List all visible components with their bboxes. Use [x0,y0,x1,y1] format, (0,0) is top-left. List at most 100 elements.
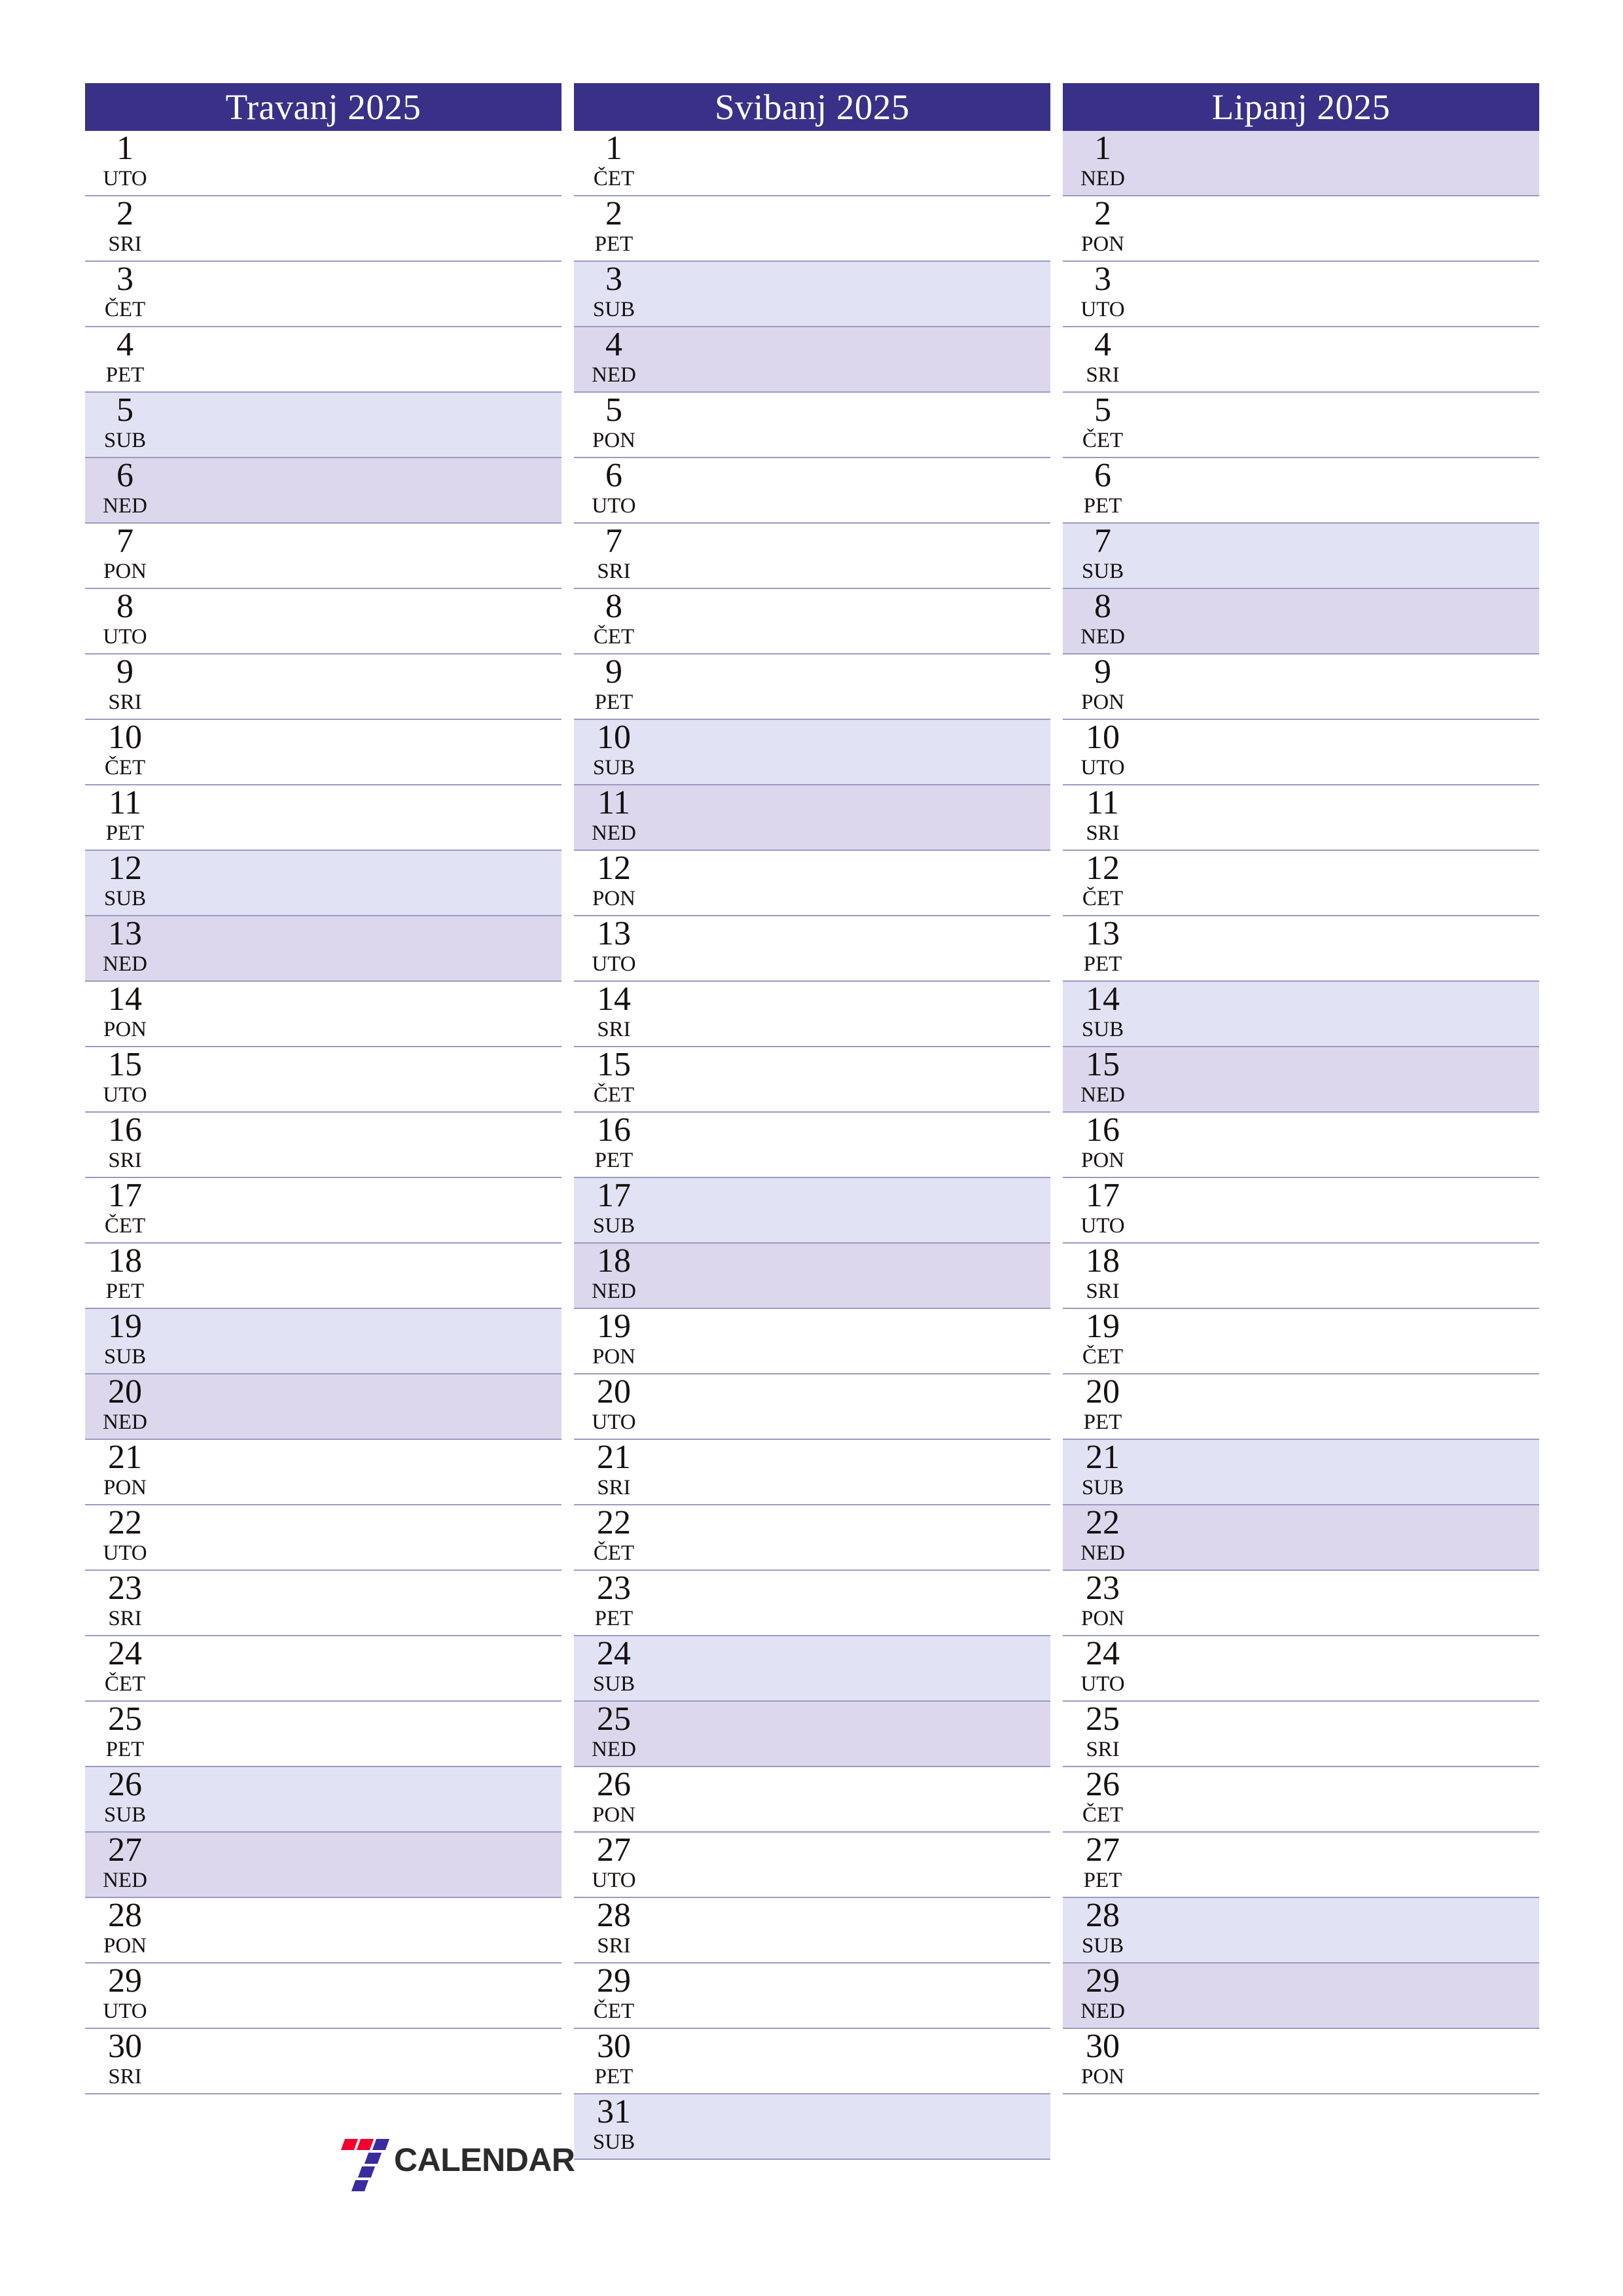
day-row[interactable]: 8 ČET [574,589,1050,655]
day-row[interactable]: 1 UTO [85,131,562,196]
brand-logo[interactable]: CALENDAR [332,2135,575,2191]
day-row[interactable]: 7 SUB [1063,524,1539,589]
day-row[interactable]: 14 SUB [1063,982,1539,1047]
day-row[interactable]: 16 SRI [85,1113,562,1178]
day-row[interactable]: 5 ČET [1063,393,1539,458]
day-row[interactable]: 29 ČET [574,1964,1050,2029]
day-row[interactable]: 22 UTO [85,1505,562,1571]
day-row[interactable]: 30 PON [1063,2029,1539,2094]
day-row[interactable]: 26 PON [574,1767,1050,1833]
day-row[interactable]: 12 SUB [85,851,562,916]
day-row[interactable]: 10 UTO [1063,720,1539,785]
day-row[interactable]: 14 SRI [574,982,1050,1047]
day-row[interactable]: 31 SUB [574,2094,1050,2160]
day-row[interactable]: 25 NED [574,1702,1050,1767]
day-row[interactable]: 13 PET [1063,916,1539,982]
day-row[interactable]: 9 PON [1063,655,1539,720]
day-number: 8 [116,589,134,625]
day-row[interactable]: 18 PET [85,1244,562,1309]
day-row[interactable]: 9 PET [574,655,1050,720]
day-row[interactable]: 23 SRI [85,1571,562,1636]
day-row[interactable]: 1 ČET [574,131,1050,196]
day-row[interactable]: 5 PON [574,393,1050,458]
day-row[interactable]: 5 SUB [85,393,562,458]
day-row[interactable]: 23 PON [1063,1571,1539,1636]
day-weekday-abbr: UTO [1080,756,1125,780]
day-row[interactable]: 11 PET [85,785,562,851]
day-row[interactable]: 30 SRI [85,2029,562,2094]
day-row[interactable]: 15 NED [1063,1047,1539,1113]
day-row[interactable]: 7 PON [85,524,562,589]
day-row[interactable]: 20 UTO [574,1374,1050,1440]
day-row[interactable]: 4 PET [85,327,562,393]
day-row[interactable]: 29 UTO [85,1964,562,2029]
day-row[interactable]: 8 NED [1063,589,1539,655]
day-row[interactable]: 21 SRI [574,1440,1050,1505]
day-row[interactable]: 27 NED [85,1833,562,1898]
day-row[interactable]: 3 UTO [1063,262,1539,327]
day-row[interactable]: 11 NED [574,785,1050,851]
day-row[interactable]: 2 PET [574,196,1050,262]
day-row[interactable]: 2 PON [1063,196,1539,262]
day-row[interactable]: 22 ČET [574,1505,1050,1571]
day-row[interactable]: 24 ČET [85,1636,562,1702]
day-weekday-abbr: ČET [593,1083,635,1107]
day-row[interactable]: 27 UTO [574,1833,1050,1898]
day-row[interactable]: 26 SUB [85,1767,562,1833]
seven-logo-icon [332,2136,390,2191]
day-row[interactable]: 25 PET [85,1702,562,1767]
day-row[interactable]: 23 PET [574,1571,1050,1636]
day-row[interactable]: 4 NED [574,327,1050,393]
day-row[interactable]: 19 SUB [85,1309,562,1374]
day-row[interactable]: 28 SRI [574,1898,1050,1964]
day-row[interactable]: 28 SUB [1063,1898,1539,1964]
day-row[interactable]: 6 PET [1063,458,1539,524]
day-row[interactable]: 12 PON [574,851,1050,916]
day-row[interactable]: 24 SUB [574,1636,1050,1702]
day-row[interactable]: 18 NED [574,1244,1050,1309]
day-row[interactable]: 28 PON [85,1898,562,1964]
day-row[interactable]: 17 UTO [1063,1178,1539,1244]
day-row[interactable]: 16 PET [574,1113,1050,1178]
day-row[interactable]: 4 SRI [1063,327,1539,393]
day-row[interactable]: 20 NED [85,1374,562,1440]
day-number: 14 [1086,982,1120,1018]
day-row[interactable]: 3 SUB [574,262,1050,327]
day-row[interactable]: 9 SRI [85,655,562,720]
day-row[interactable]: 6 NED [85,458,562,524]
day-row[interactable]: 2 SRI [85,196,562,262]
day-number: 15 [108,1047,142,1083]
day-row[interactable]: 6 UTO [574,458,1050,524]
day-row[interactable]: 1 NED [1063,131,1539,196]
day-row[interactable]: 14 PON [85,982,562,1047]
day-row[interactable]: 15 ČET [574,1047,1050,1113]
day-row[interactable]: 11 SRI [1063,785,1539,851]
day-row[interactable]: 17 ČET [85,1178,562,1244]
day-row[interactable]: 19 ČET [1063,1309,1539,1374]
day-row[interactable]: 12 ČET [1063,851,1539,916]
day-row[interactable]: 29 NED [1063,1964,1539,2029]
day-row[interactable]: 22 NED [1063,1505,1539,1571]
day-row[interactable]: 15 UTO [85,1047,562,1113]
day-row[interactable]: 10 SUB [574,720,1050,785]
day-row[interactable]: 21 PON [85,1440,562,1505]
day-row[interactable]: 19 PON [574,1309,1050,1374]
day-row[interactable]: 17 SUB [574,1178,1050,1244]
day-row[interactable]: 30 PET [574,2029,1050,2094]
day-row[interactable]: 13 NED [85,916,562,982]
day-row[interactable]: 26 ČET [1063,1767,1539,1833]
day-row[interactable]: 8 UTO [85,589,562,655]
day-row[interactable]: 3 ČET [85,262,562,327]
day-row[interactable]: 13 UTO [574,916,1050,982]
day-row[interactable]: 24 UTO [1063,1636,1539,1702]
day-row[interactable]: 18 SRI [1063,1244,1539,1309]
day-row[interactable]: 7 SRI [574,524,1050,589]
day-row[interactable]: 25 SRI [1063,1702,1539,1767]
day-row[interactable]: 27 PET [1063,1833,1539,1898]
day-weekday-abbr: PON [1080,1607,1125,1630]
day-weekday-abbr: PON [592,1345,636,1369]
day-row[interactable]: 21 SUB [1063,1440,1539,1505]
day-row[interactable]: 20 PET [1063,1374,1539,1440]
day-row[interactable]: 16 PON [1063,1113,1539,1178]
day-row[interactable]: 10 ČET [85,720,562,785]
